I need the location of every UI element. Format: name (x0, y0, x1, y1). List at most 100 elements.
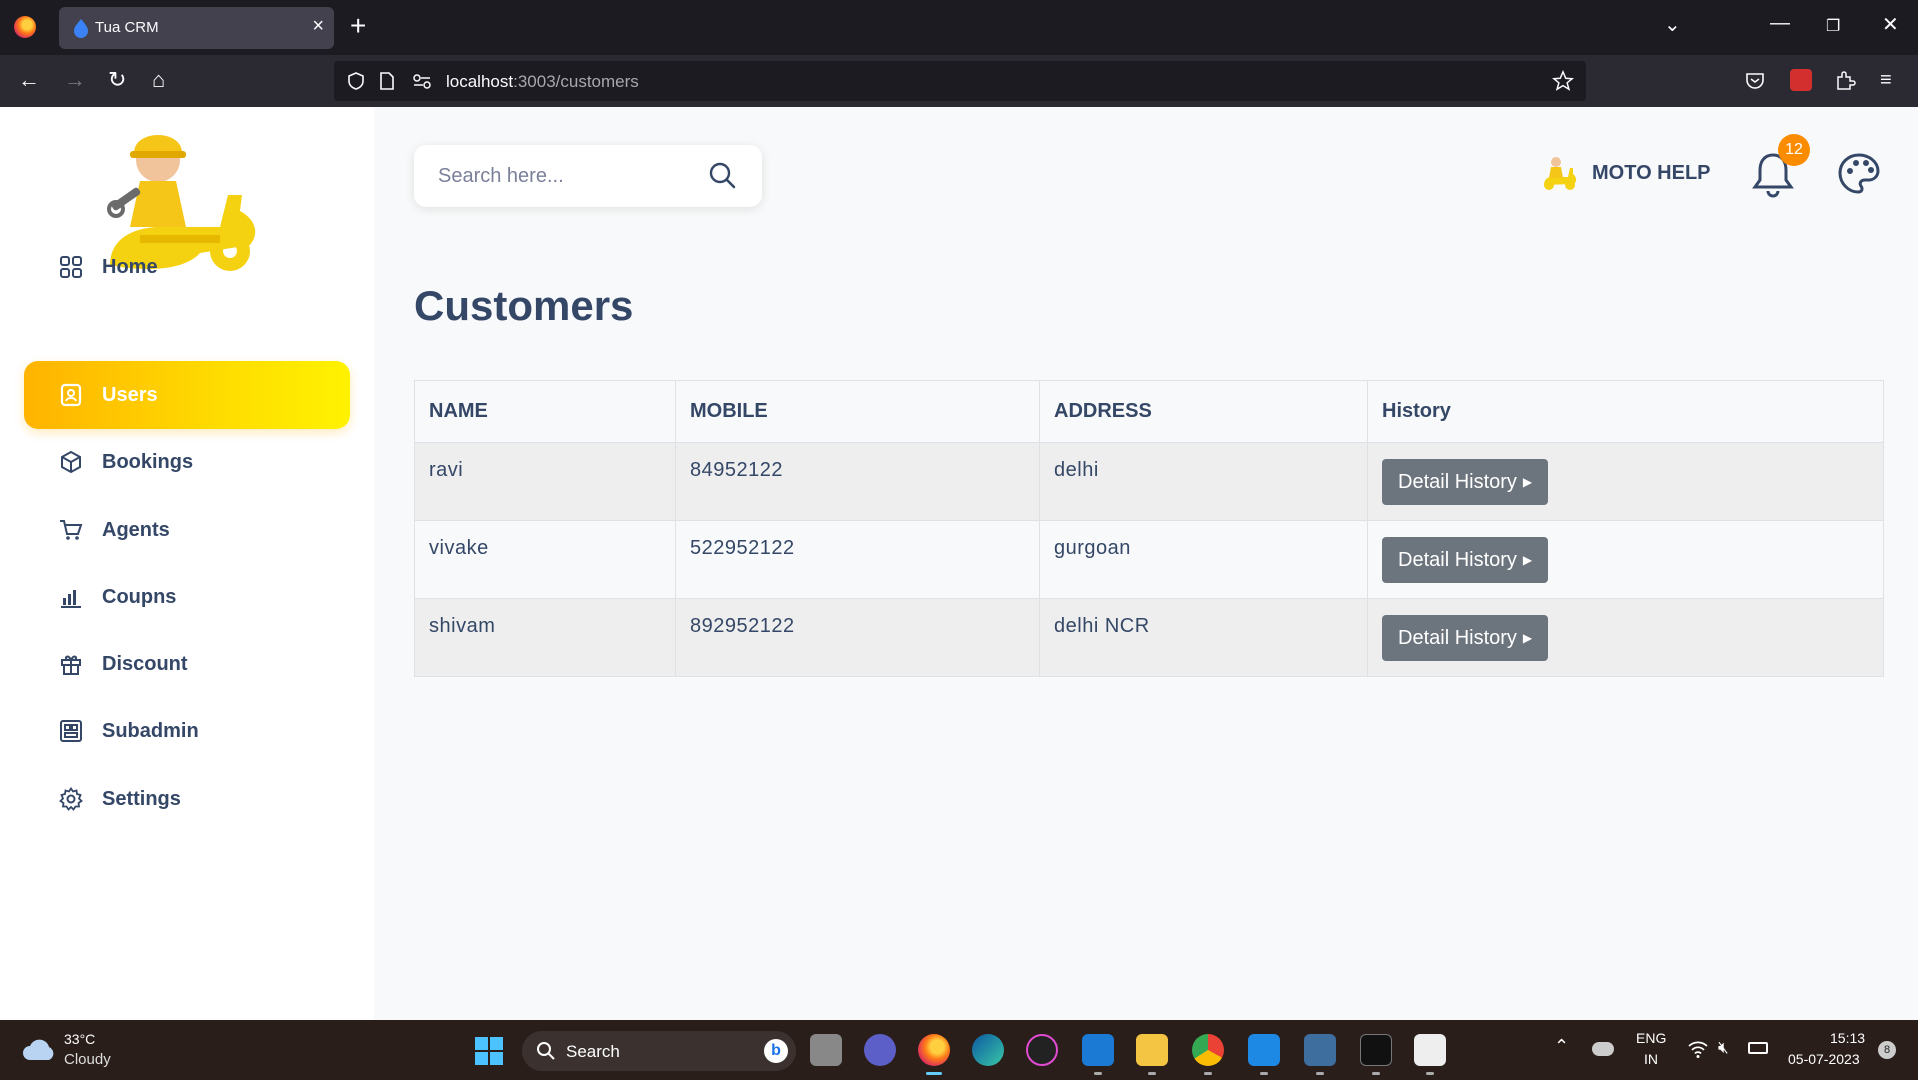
detail-history-button[interactable]: Detail History ▶ (1382, 537, 1549, 583)
onedrive-icon[interactable] (1592, 1042, 1614, 1056)
bing-icon[interactable]: b (764, 1039, 788, 1063)
cell-history: Detail History ▶ (1367, 520, 1884, 599)
language-bottom[interactable]: IN (1644, 1051, 1658, 1067)
url-bar[interactable]: localhost:3003/customers (334, 61, 1586, 101)
app-indicator (1204, 1072, 1212, 1075)
cell-history: Detail History ▶ (1367, 442, 1884, 521)
extension-icon[interactable] (1790, 69, 1812, 91)
app-indicator (1316, 1072, 1324, 1075)
bookmark-star-icon[interactable] (1552, 70, 1574, 92)
permissions-icon[interactable] (412, 73, 432, 89)
extensions-puzzle-icon[interactable] (1834, 69, 1856, 91)
caret-right-icon: ▶ (1522, 553, 1533, 567)
sidebar-item-coupns[interactable]: Coupns (24, 563, 350, 631)
forward-button[interactable]: → (64, 67, 86, 93)
taskbar-search-label: Search (566, 1042, 620, 1061)
chevron-up-icon[interactable]: ⌃ (1554, 1036, 1569, 1057)
palette-icon[interactable] (1836, 151, 1882, 197)
sidebar-item-label: Users (102, 383, 158, 406)
battery-icon[interactable] (1748, 1042, 1768, 1054)
tab-close-icon[interactable]: × (312, 15, 324, 38)
reload-button[interactable]: ↻ (108, 67, 126, 93)
box-icon (58, 449, 84, 475)
restore-button[interactable]: ❐ (1826, 16, 1840, 36)
sidebar-item-subadmin[interactable]: Subadmin (24, 697, 350, 765)
sidebar-item-label: Subadmin (102, 719, 199, 742)
browser-nav-bar: ← → ↻ ⌂ localhost:3003/customers ≡ (0, 55, 1918, 107)
table-row: ravi 84952122 delhi Detail History ▶ (414, 442, 1884, 521)
clock-time[interactable]: 15:13 (1830, 1030, 1865, 1046)
cell-name: ravi (414, 442, 676, 521)
table-header-row: NAME MOBILE ADDRESS History (414, 380, 1884, 443)
cart-icon (58, 517, 84, 543)
detail-history-button[interactable]: Detail History ▶ (1382, 459, 1549, 505)
gift-icon (58, 651, 84, 677)
volume-muted-icon[interactable]: 🔇︎ (1718, 1038, 1729, 1058)
sidebar-item-users[interactable]: Users (24, 361, 350, 429)
sidebar-item-settings[interactable]: Settings (24, 765, 350, 833)
creative-cloud-icon[interactable] (1026, 1034, 1058, 1066)
chat-icon[interactable] (864, 1034, 896, 1066)
column-header-address: ADDRESS (1039, 380, 1368, 443)
close-window-button[interactable]: ✕ (1882, 12, 1899, 37)
sidebar-item-home[interactable]: Home (24, 233, 350, 301)
cell-name: vivake (414, 520, 676, 599)
app-indicator (1260, 1072, 1268, 1075)
file-explorer-icon[interactable] (1136, 1034, 1168, 1066)
firefox-taskbar-icon[interactable] (918, 1034, 950, 1066)
sidebar-item-label: Discount (102, 652, 188, 675)
app-indicator (1148, 1072, 1156, 1075)
notification-badge: 12 (1778, 134, 1810, 166)
sidebar-item-agents[interactable]: Agents (24, 496, 350, 564)
vscode-icon[interactable] (1248, 1034, 1280, 1066)
terminal-icon[interactable] (1360, 1034, 1392, 1066)
column-header-name: NAME (414, 380, 676, 443)
cell-address: delhi (1039, 442, 1368, 521)
wifi-icon[interactable] (1688, 1040, 1708, 1058)
shield-icon[interactable] (346, 71, 366, 91)
firefox-icon[interactable] (14, 16, 36, 38)
weather-desc[interactable]: Cloudy (64, 1051, 111, 1068)
clock-date[interactable]: 05-07-2023 (1788, 1051, 1860, 1067)
sidebar-item-label: Settings (102, 787, 181, 810)
search-box[interactable] (414, 145, 762, 207)
detail-history-button[interactable]: Detail History ▶ (1382, 615, 1549, 661)
list-tabs-icon[interactable]: ⌄ (1664, 12, 1681, 37)
search-icon[interactable] (708, 161, 736, 189)
caret-right-icon: ▶ (1522, 631, 1533, 645)
sidebar: Home Users Bookings Agents Coupns Discou… (0, 107, 374, 1020)
snipping-tool-icon[interactable] (1414, 1034, 1446, 1066)
pocket-icon[interactable] (1744, 70, 1766, 92)
home-icon[interactable]: ⌂ (152, 67, 165, 93)
new-tab-button[interactable]: + (350, 10, 366, 42)
notification-count-badge[interactable]: 8 (1878, 1041, 1896, 1059)
sidebar-item-bookings[interactable]: Bookings (24, 428, 350, 496)
weather-temp[interactable]: 33°C (64, 1031, 95, 1047)
table-row: vivake 522952122 gurgoan Detail History ▶ (414, 520, 1884, 599)
language-top[interactable]: ENG (1636, 1030, 1666, 1046)
taskbar-search[interactable]: Search b (522, 1031, 796, 1071)
favicon-icon (74, 19, 88, 38)
minimize-button[interactable]: — (1770, 12, 1790, 35)
windows-start-icon[interactable] (474, 1036, 504, 1066)
back-button[interactable]: ← (18, 67, 40, 93)
edge-icon[interactable] (972, 1034, 1004, 1066)
app-indicator (1372, 1072, 1380, 1075)
cloud-icon[interactable] (22, 1036, 56, 1062)
brand: MOTO HELP (1540, 153, 1711, 193)
search-input[interactable] (438, 161, 688, 191)
active-app-indicator (926, 1072, 942, 1075)
mail-icon[interactable] (1082, 1034, 1114, 1066)
main-content: MOTO HELP 12 Customers NAME MOBILE ADDRE… (374, 107, 1918, 1020)
menu-icon[interactable]: ≡ (1880, 67, 1892, 93)
cell-name: shivam (414, 598, 676, 677)
page-icon[interactable] (378, 71, 396, 91)
sidebar-item-discount[interactable]: Discount (24, 630, 350, 698)
cell-mobile: 892952122 (675, 598, 1040, 677)
sidebar-item-label: Agents (102, 518, 170, 541)
tab-title: Tua CRM (95, 19, 159, 36)
mysql-workbench-icon[interactable] (1304, 1034, 1336, 1066)
task-view-icon[interactable] (810, 1034, 842, 1066)
browser-tab[interactable]: Tua CRM × (59, 7, 334, 49)
chrome-icon[interactable] (1192, 1034, 1224, 1066)
